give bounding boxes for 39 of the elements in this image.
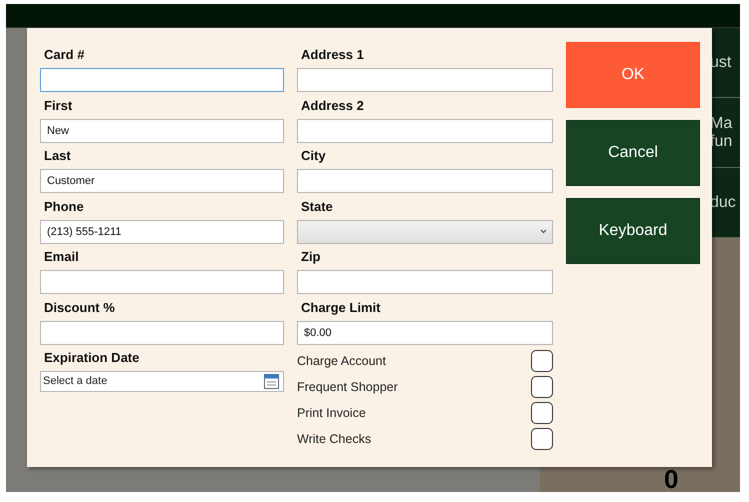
text-field[interactable] (40, 320, 284, 344)
field-label: First (43, 96, 74, 114)
checkbox[interactable] (531, 350, 553, 372)
checkbox[interactable] (531, 376, 553, 398)
field-label: City (300, 147, 327, 165)
date-field[interactable]: Select a date (40, 371, 284, 392)
text-field[interactable]: (213) 555-1211 (40, 220, 284, 244)
text-field[interactable] (297, 169, 553, 193)
field-label: Zip (300, 248, 322, 266)
field-label: Address 1 (300, 46, 365, 64)
checkbox-label: Charge Account (297, 352, 386, 370)
text-field[interactable]: $0.00 (297, 320, 553, 344)
checkbox-label: Frequent Shopper (297, 378, 398, 396)
total-text: 0 (664, 466, 678, 492)
checkbox-label: Write Checks (297, 430, 372, 448)
field-label: Address 2 (300, 96, 365, 114)
text-field[interactable] (297, 270, 553, 294)
dialog-button[interactable]: Keyboard (566, 198, 700, 264)
field-label: Last (43, 147, 72, 165)
field-label: Email (43, 248, 80, 266)
field-label: Card # (43, 46, 86, 64)
text-field[interactable]: Customer (40, 169, 284, 193)
text-field[interactable]: New (40, 118, 284, 142)
calendar-icon[interactable] (264, 374, 279, 389)
text-field[interactable] (297, 68, 553, 92)
field-label: Phone (43, 198, 85, 216)
dialog-button[interactable]: Cancel (566, 120, 700, 186)
field-label: Discount % (43, 298, 116, 316)
field-label: State (300, 198, 334, 216)
field-label: Charge Limit (300, 298, 382, 317)
checkbox-label: Print Invoice (297, 404, 366, 422)
field-label: Expiration Date (43, 349, 140, 367)
checkbox[interactable] (531, 428, 553, 450)
checkbox[interactable] (531, 402, 553, 424)
text-field[interactable] (297, 118, 553, 142)
state-dropdown[interactable] (297, 220, 553, 244)
text-field[interactable] (40, 68, 284, 92)
chevron-down-icon (540, 229, 547, 234)
text-field[interactable] (40, 270, 284, 294)
